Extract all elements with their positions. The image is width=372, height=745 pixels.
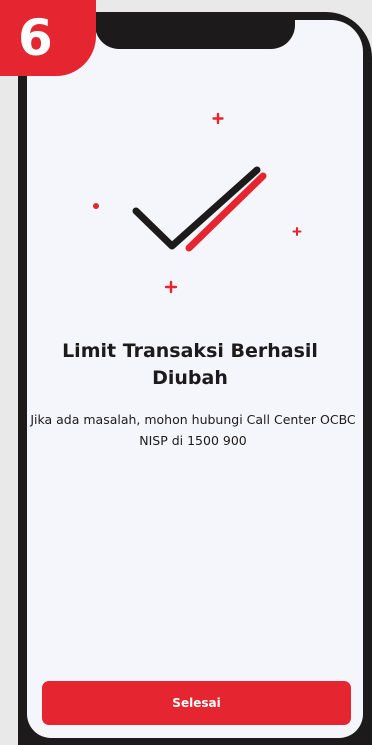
- checkmark-accent: [185, 172, 267, 252]
- done-button[interactable]: Selesai: [42, 681, 351, 725]
- step-number: 6: [18, 9, 53, 67]
- dot-icon: [93, 203, 99, 209]
- success-description: Jika ada masalah, mohon hubungi Call Cen…: [30, 412, 356, 448]
- sparkle-icon: [212, 112, 224, 125]
- tutorial-screenshot: 6 Limit Transaksi Berhasil Diubah Jika a…: [0, 0, 372, 745]
- step-badge: 6: [0, 0, 96, 76]
- success-title: Limit Transaksi Berhasil Diubah: [62, 340, 318, 389]
- checkmark-dark: [132, 166, 261, 250]
- sparkle-icon: [292, 227, 302, 236]
- sparkle-icon: [164, 280, 178, 294]
